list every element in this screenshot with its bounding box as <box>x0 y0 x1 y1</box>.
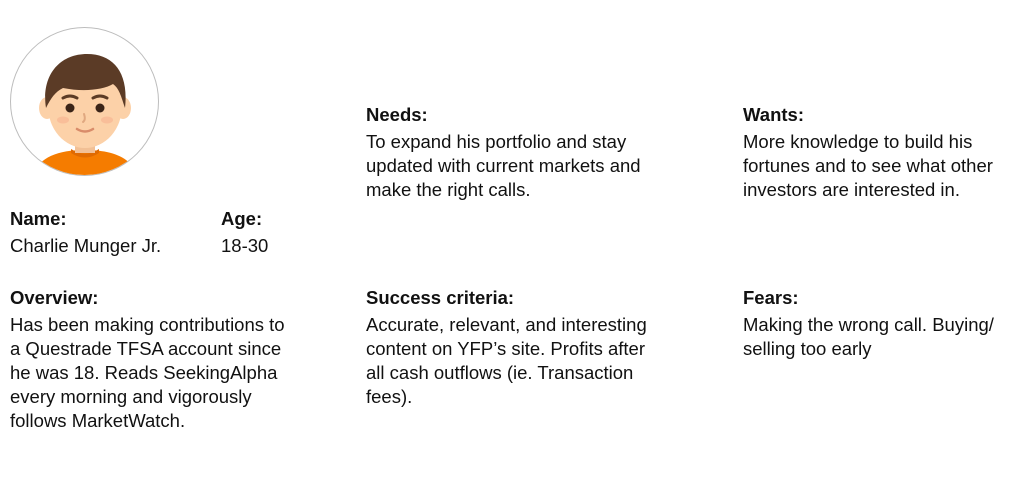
fears-label: Fears: <box>743 287 799 308</box>
overview-label: Overview: <box>10 287 99 308</box>
overview-line: Has been making contributions to <box>10 314 285 335</box>
overview-line: every morning and vigorously <box>10 386 252 407</box>
fears-line: selling too early <box>743 338 872 359</box>
wants-section: Wants: More knowledge to build his fortu… <box>743 103 1023 202</box>
age-field: Age: 18-30 <box>221 207 341 258</box>
name-field: Name: Charlie Munger Jr. <box>10 207 210 258</box>
success-criteria-line: Accurate, relevant, and interesting <box>366 314 647 335</box>
wants-line: fortunes and to see what other <box>743 155 993 176</box>
age-label: Age: <box>221 208 263 229</box>
fears-text: Making the wrong call. Buying/ selling t… <box>743 313 1025 361</box>
name-value: Charlie Munger Jr. <box>10 235 162 256</box>
success-criteria-line: content on YFP’s site. Profits after <box>366 338 646 359</box>
success-criteria-label: Success criteria: <box>366 287 515 308</box>
boy-avatar-icon <box>33 54 137 175</box>
success-criteria-section: Success criteria: Accurate, relevant, an… <box>366 286 696 409</box>
wants-label: Wants: <box>743 104 804 125</box>
needs-label: Needs: <box>366 104 428 125</box>
wants-text: More knowledge to build his fortunes and… <box>743 130 1023 202</box>
success-criteria-text: Accurate, relevant, and interesting cont… <box>366 313 696 409</box>
name-label: Name: <box>10 208 67 229</box>
persona-avatar <box>10 27 159 176</box>
success-criteria-line: all cash outflows (ie. Transaction <box>366 362 634 383</box>
overview-text: Has been making contributions to a Quest… <box>10 313 330 433</box>
age-value: 18-30 <box>221 235 269 256</box>
needs-line: make the right calls. <box>366 179 531 200</box>
fears-line: Making the wrong call. Buying/ <box>743 314 994 335</box>
needs-section: Needs: To expand his portfolio and stay … <box>366 103 706 202</box>
needs-line: updated with current markets and <box>366 155 641 176</box>
overview-line: he was 18. Reads SeekingAlpha <box>10 362 278 383</box>
needs-text: To expand his portfolio and stay updated… <box>366 130 706 202</box>
fears-section: Fears: Making the wrong call. Buying/ se… <box>743 286 1025 361</box>
overview-section: Overview: Has been making contributions … <box>10 286 330 433</box>
overview-line: follows MarketWatch. <box>10 410 186 431</box>
wants-line: investors are interested in. <box>743 179 960 200</box>
wants-line: More knowledge to build his <box>743 131 973 152</box>
overview-line: a Questrade TFSA account since <box>10 338 282 359</box>
needs-line: To expand his portfolio and stay <box>366 131 627 152</box>
success-criteria-line: fees). <box>366 386 413 407</box>
